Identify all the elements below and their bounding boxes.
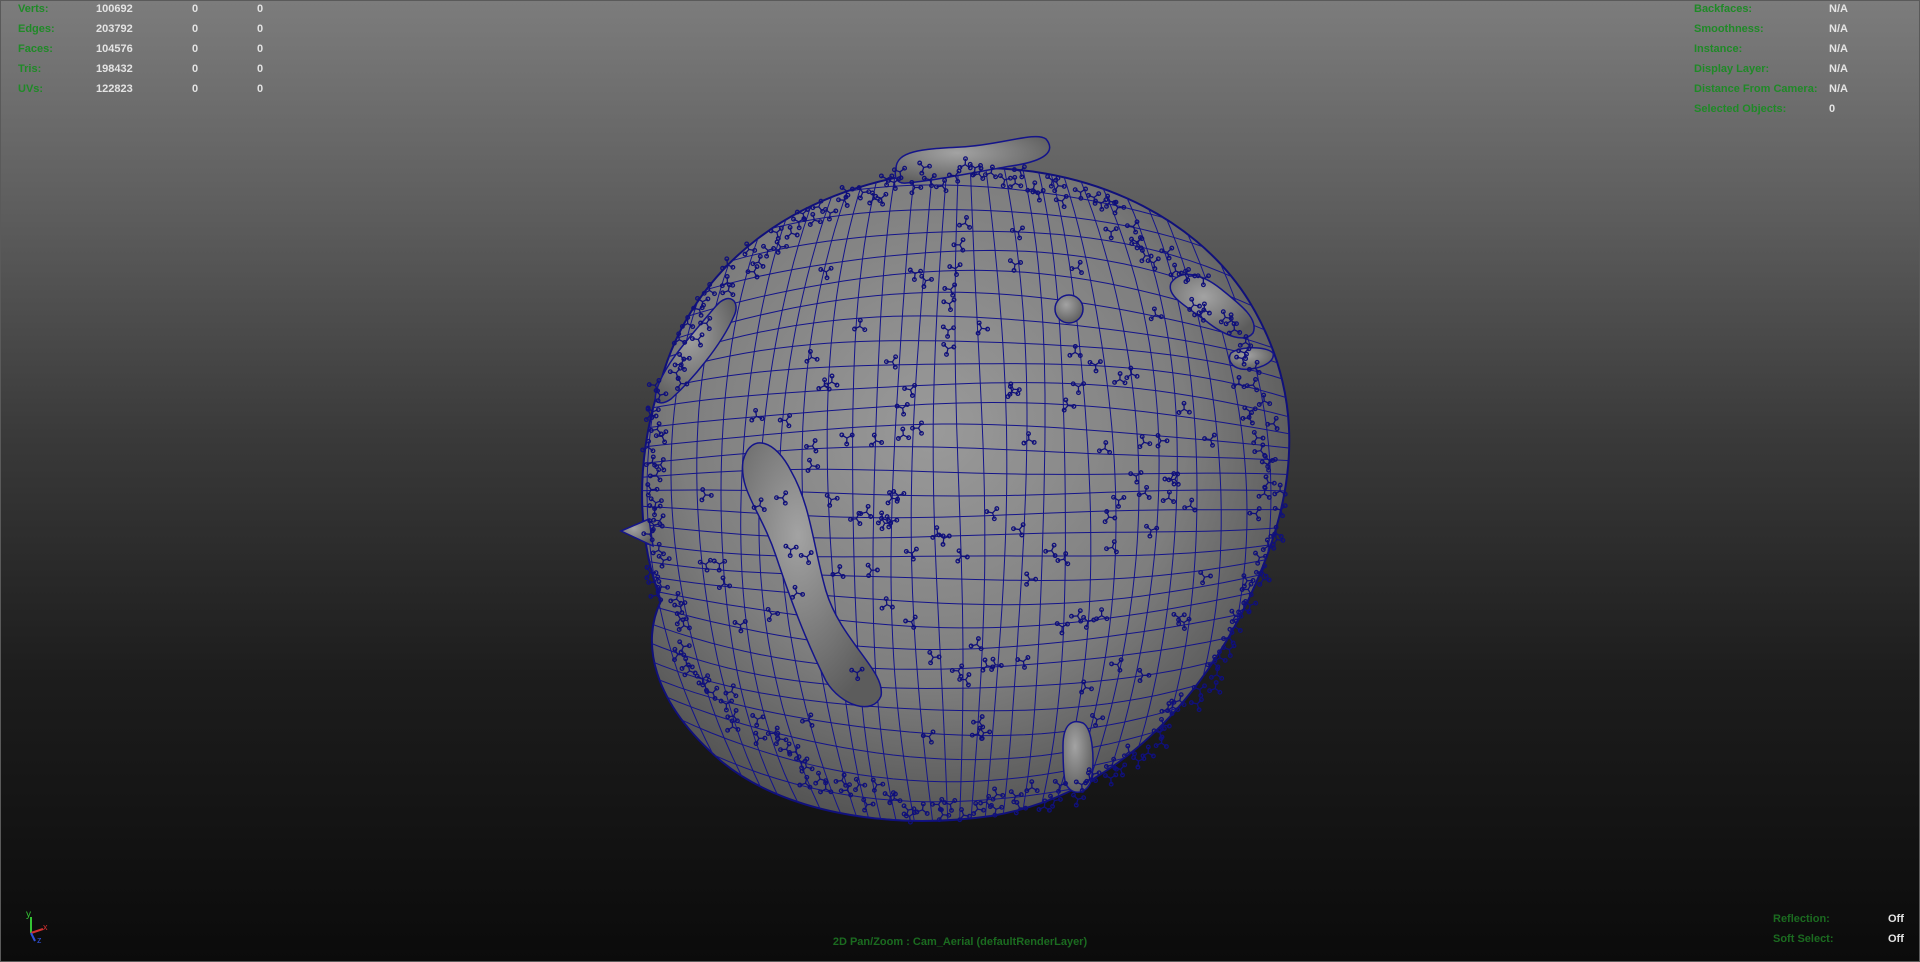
poly-count-total: 122823 [96,83,133,95]
poly-count-row-tris: Tris: 198432 0 0 [18,59,263,79]
object-info-row-selected-objects: Selected Objects: 0 [1694,99,1848,119]
object-info-value: N/A [1829,23,1848,35]
poly-count-selected: 0 [192,23,199,35]
joint-handle [1103,772,1119,787]
joint-handle [1071,792,1087,808]
selection-status-value: Off [1888,913,1904,925]
object-info-row-backfaces: Backfaces: N/A [1694,1,1848,19]
poly-count-label: Tris: [18,63,42,75]
joint-handle [1188,697,1204,713]
poly-count-row-edges: Edges: 203792 0 0 [18,19,263,39]
camera-label: 2D Pan/Zoom : Cam_Aerial (defaultRenderL… [832,936,1088,948]
joint-handle [1207,680,1223,695]
object-info-value: N/A [1829,3,1848,15]
axis-y-label: y [26,909,31,920]
poly-count-selected: 0 [192,43,199,55]
wireframe-mesh[interactable] [1,1,1919,961]
poly-count-row-faces: Faces: 104576 0 0 [18,39,263,59]
poly-count-total: 198432 [96,63,133,75]
view-axis-icon: y x z [26,909,48,943]
poly-count-row-verts: Verts: 100692 0 0 [18,1,264,19]
object-info-value: N/A [1829,83,1848,95]
axis-z-label: z [37,935,42,943]
poly-count-ratio: 0 [257,83,264,95]
poly-count-ratio: 0 [257,43,264,55]
object-info-value: 0 [1829,103,1836,115]
object-info-row-instance: Instance: N/A [1694,39,1848,59]
poly-count-label: Edges: [18,23,55,35]
joint-handle [1208,666,1225,681]
poly-count-total: 203792 [96,23,133,35]
object-info-label: Selected Objects: [1694,103,1787,115]
poly-count-selected: 0 [192,63,199,75]
object-info-label: Display Layer: [1694,63,1770,75]
selection-status-label: Reflection: [1773,913,1830,925]
object-info-value: N/A [1829,63,1848,75]
object-info-row-distance: Distance From Camera: N/A [1694,79,1848,99]
poly-count-total: 100692 [96,3,133,15]
poly-count-row-uvs: UVs: 122823 0 0 [18,79,263,99]
poly-count-ratio: 0 [257,63,264,75]
object-info-row-smoothness: Smoothness: N/A [1694,19,1848,39]
poly-count-label: Faces: [18,43,53,55]
object-info-label: Distance From Camera: [1694,83,1818,95]
poly-count-ratio: 0 [257,3,264,15]
object-info-label: Instance: [1694,43,1743,55]
object-info-value: N/A [1829,43,1848,55]
poly-count-selected: 0 [192,83,199,95]
poly-count-selected: 0 [192,3,199,15]
poly-count-hud: Verts: 100692 0 0 Edges: 203792 0 0 Face… [18,1,264,99]
object-info-hud: Backfaces: N/A Smoothness: N/A Instance:… [1694,1,1848,119]
poly-count-ratio: 0 [257,23,264,35]
poly-count-total: 104576 [96,43,133,55]
poly-count-label: UVs: [18,83,44,95]
joint-handle [1221,643,1237,659]
axis-x-label: x [43,922,48,932]
object-info-row-display-layer: Display Layer: N/A [1694,59,1848,79]
selection-status-row-reflection: Reflection: Off [1773,909,1904,929]
object-info-label: Smoothness: [1694,23,1764,35]
poly-count-label: Verts: [18,3,49,15]
joint-handle [1191,683,1207,698]
3d-viewport[interactable]: Verts: 100692 0 0 Edges: 203792 0 0 Face… [0,0,1920,962]
joint-handle [1140,744,1156,759]
object-info-label: Backfaces: [1694,3,1753,15]
